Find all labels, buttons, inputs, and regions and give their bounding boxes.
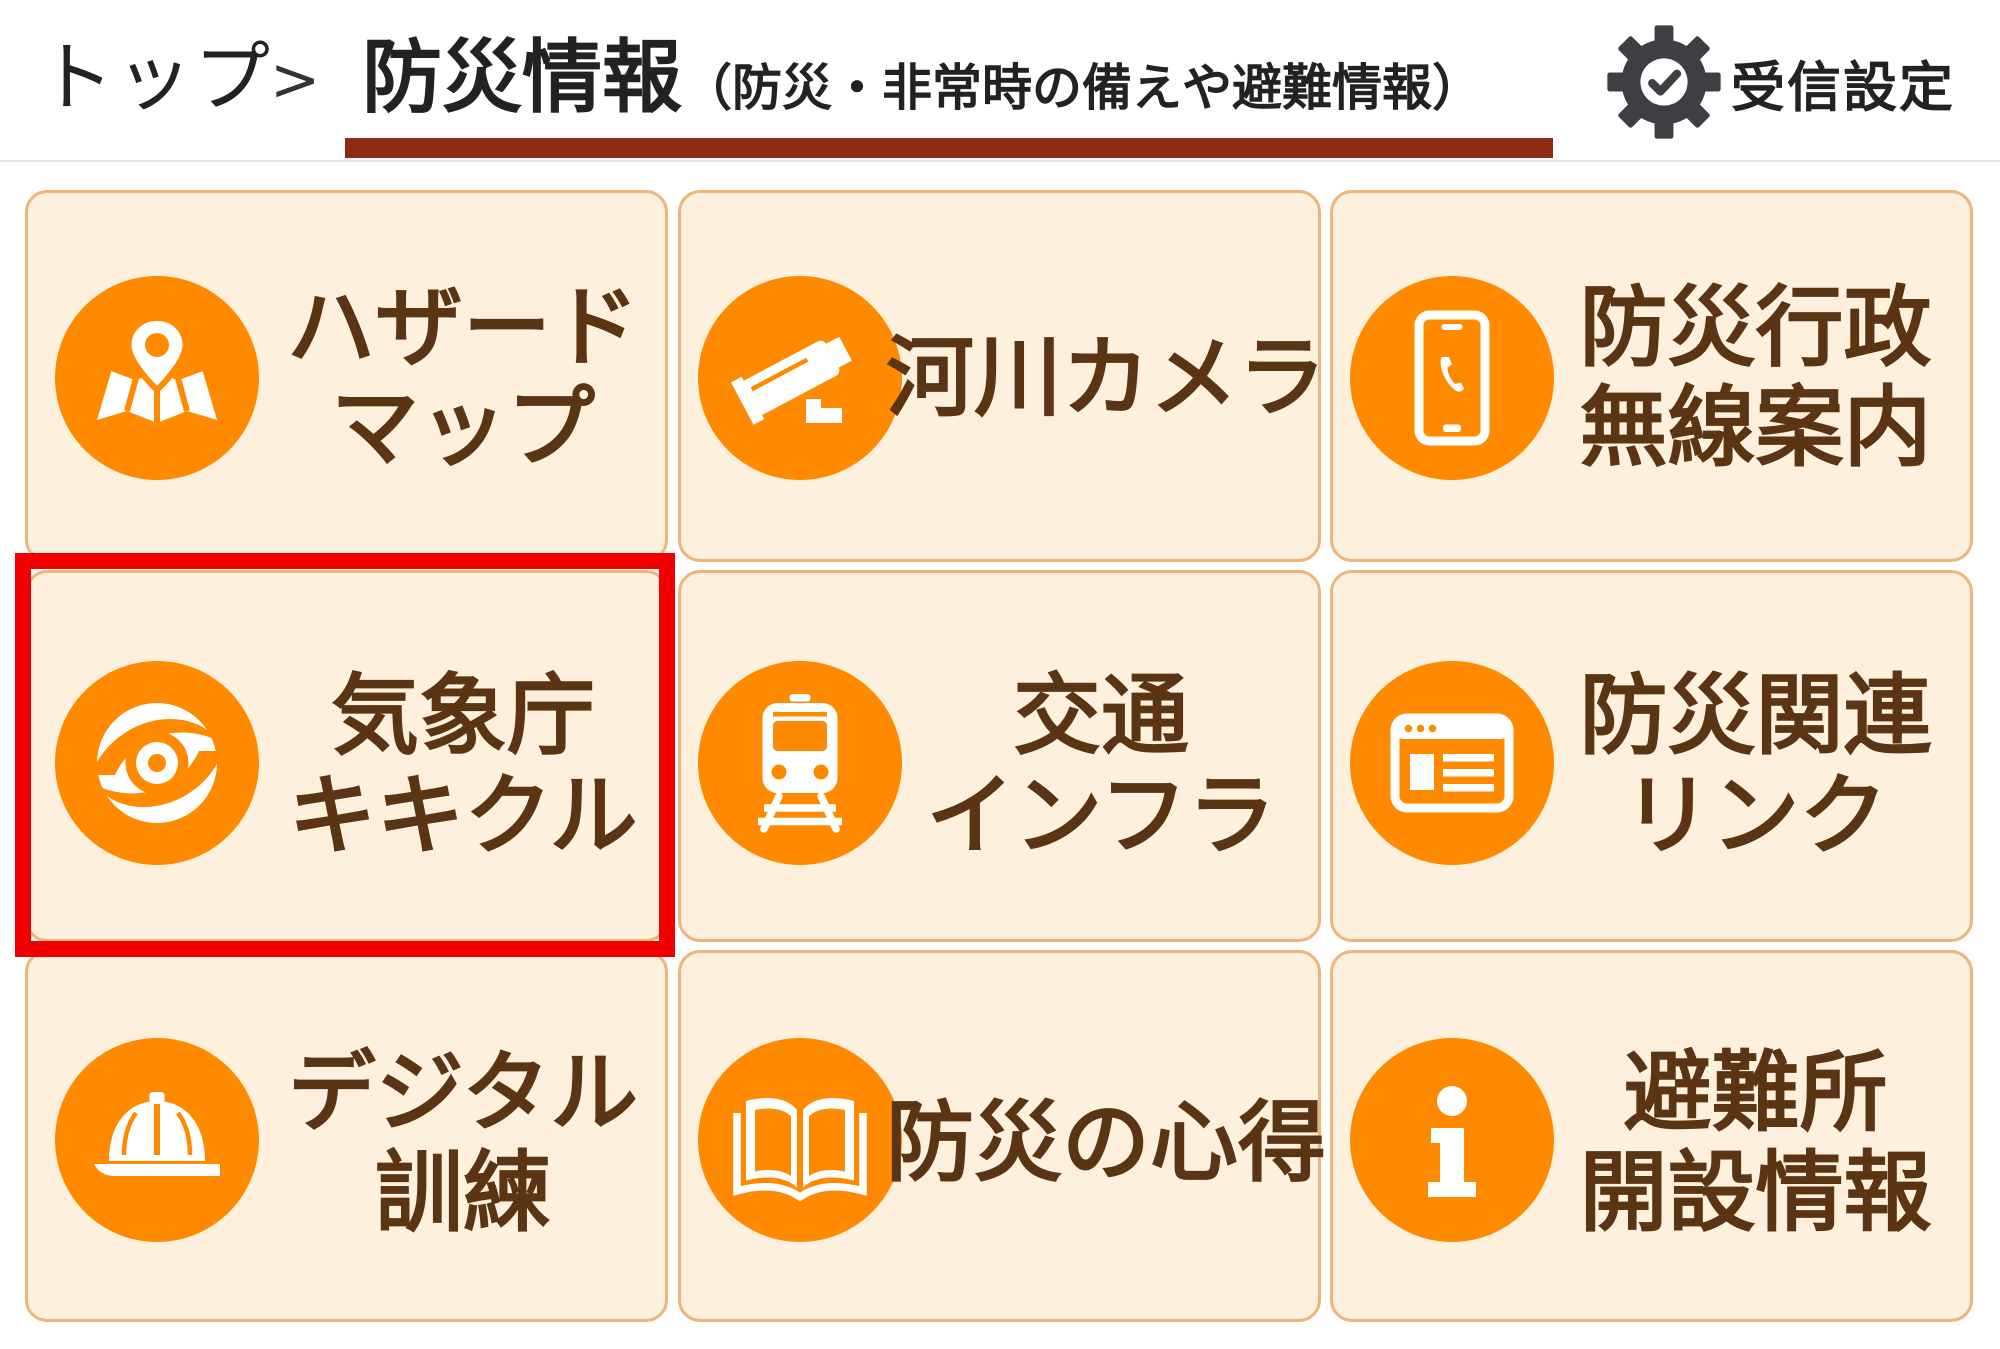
tile-river-camera[interactable]: 河川カメラ [678, 190, 1327, 562]
tile-related-links[interactable]: 防災関連 リンク [1330, 570, 1973, 942]
cctv-camera-icon [698, 276, 902, 480]
open-book-icon [698, 1038, 902, 1242]
tile-radio-guide[interactable]: 防災行政 無線案内 [1330, 190, 1973, 562]
tile-transport-infra-line1: 交通 [1012, 664, 1189, 767]
tile-jma-kikikuru-line2: キキクル [288, 764, 638, 867]
hard-hat-icon [55, 1038, 259, 1242]
tile-hazard-map-line1: ハザード [286, 276, 639, 379]
browser-window-icon [1350, 661, 1554, 865]
tile-related-links-line1: 防災関連 [1579, 664, 1932, 767]
tile-river-camera-line1: 河川カメラ [886, 326, 1327, 429]
tile-shelter-info-line2: 開設情報 [1579, 1141, 1932, 1244]
tile-preparedness-line1: 防災の心得 [886, 1091, 1327, 1194]
menu-grid: ハザード マップ 河川カメラ 防災行政 無線案内 気象庁 キキクル 交通 インフ… [0, 0, 2000, 1349]
tile-digital-training[interactable]: デジタル 訓練 [25, 950, 668, 1322]
tile-digital-training-line2: 訓練 [374, 1141, 551, 1244]
tile-transport-infra-line2: インフラ [926, 764, 1276, 867]
tile-hazard-map-line2: マップ [330, 376, 595, 479]
tile-radio-guide-line1: 防災行政 [1579, 276, 1932, 379]
tile-radio-guide-line2: 無線案内 [1579, 376, 1932, 479]
smartphone-icon [1350, 276, 1554, 480]
train-icon [698, 661, 902, 865]
tile-digital-training-line1: デジタル [287, 1041, 639, 1144]
tile-related-links-line2: リンク [1623, 764, 1888, 867]
info-icon [1350, 1038, 1554, 1242]
tile-jma-kikikuru-line1: 気象庁 [330, 664, 595, 767]
tile-shelter-info[interactable]: 避難所 開設情報 [1330, 950, 1973, 1322]
tile-jma-kikikuru[interactable]: 気象庁 キキクル [25, 570, 668, 942]
tile-shelter-info-line1: 避難所 [1623, 1041, 1888, 1144]
tile-hazard-map[interactable]: ハザード マップ [25, 190, 668, 562]
tile-preparedness[interactable]: 防災の心得 [678, 950, 1327, 1322]
map-pin-icon [55, 276, 259, 480]
tile-transport-infra[interactable]: 交通 インフラ [678, 570, 1321, 942]
typhoon-icon [55, 661, 259, 865]
